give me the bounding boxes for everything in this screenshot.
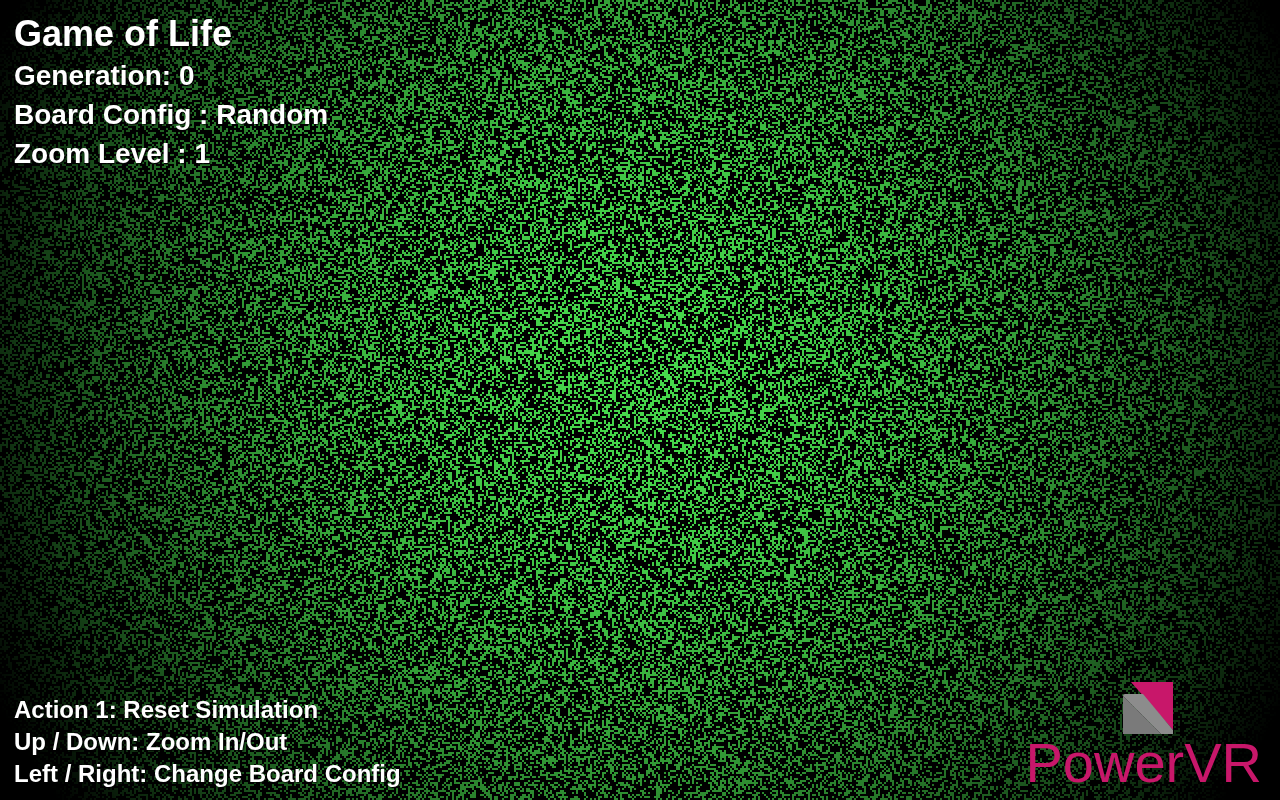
bottom-bar: Action 1: Reset SimulationUp / Down: Zoo… [14,680,1266,792]
game-screen: Game of LifeGeneration: 0Board Config : … [0,0,1280,800]
logo-text: PowerVR [1025,734,1262,792]
info-panel: Game of LifeGeneration: 0Board Config : … [14,12,1266,173]
control-line: Action 1: Reset Simulation [14,694,401,726]
control-line: Up / Down: Zoom In/Out [14,726,401,758]
title: Game of Life [14,12,1266,56]
logo-mark-icon [1121,680,1175,734]
powervr-logo: PowerVR [1025,680,1262,792]
info-line: Zoom Level : 1 [14,134,1266,173]
control-line: Left / Right: Change Board Config [14,758,401,790]
info-line: Generation: 0 [14,56,1266,95]
controls-help: Action 1: Reset SimulationUp / Down: Zoo… [14,694,401,792]
info-line: Board Config : Random [14,95,1266,134]
hud: Game of LifeGeneration: 0Board Config : … [0,0,1280,800]
